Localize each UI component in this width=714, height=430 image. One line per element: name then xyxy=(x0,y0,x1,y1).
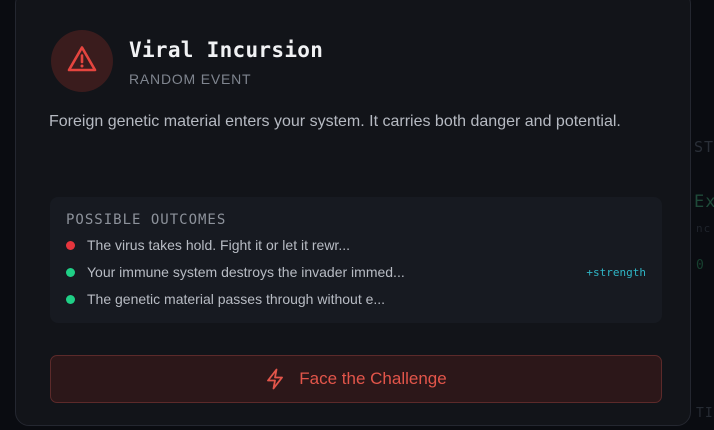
event-card: Viral Incursion RANDOM EVENT Foreign gen… xyxy=(15,0,691,426)
outcome-text: The genetic material passes through with… xyxy=(87,291,386,307)
lightning-bolt-icon xyxy=(265,368,285,390)
green-status-dot-icon xyxy=(66,294,75,304)
event-category: RANDOM EVENT xyxy=(129,71,252,87)
possible-outcomes-panel: POSSIBLE OUTCOMES The virus takes hold. … xyxy=(50,197,662,323)
face-challenge-label: Face the Challenge xyxy=(299,369,447,388)
face-challenge-button[interactable]: Face the Challenge xyxy=(50,355,662,403)
warning-triangle-icon xyxy=(67,45,97,78)
outcome-item: The virus takes hold. Fight it or let it… xyxy=(66,235,646,255)
background-panel-fragment: 0 xyxy=(696,258,705,273)
warning-icon-badge xyxy=(51,30,113,92)
background-panel-fragment: TI xyxy=(696,406,714,421)
outcome-item: Your immune system destroys the invader … xyxy=(66,262,646,282)
outcome-reward-tag: +strength xyxy=(586,265,646,279)
background-panel-fragment: ST xyxy=(694,138,714,156)
outcome-text: Your immune system destroys the invader … xyxy=(87,264,405,280)
app-backdrop: ST Ex nc 0 TI Viral Incursion RANDOM EVE… xyxy=(0,0,714,430)
outcomes-heading: POSSIBLE OUTCOMES xyxy=(66,212,227,228)
event-description: Foreign genetic material enters your sys… xyxy=(49,113,621,130)
outcome-item: The genetic material passes through with… xyxy=(66,289,646,309)
green-status-dot-icon xyxy=(66,267,75,277)
red-status-dot-icon xyxy=(66,240,75,250)
event-title: Viral Incursion xyxy=(129,38,324,62)
outcome-text: The virus takes hold. Fight it or let it… xyxy=(87,237,350,253)
background-panel-fragment: nc xyxy=(696,222,712,235)
background-panel-fragment: Ex xyxy=(694,192,714,212)
